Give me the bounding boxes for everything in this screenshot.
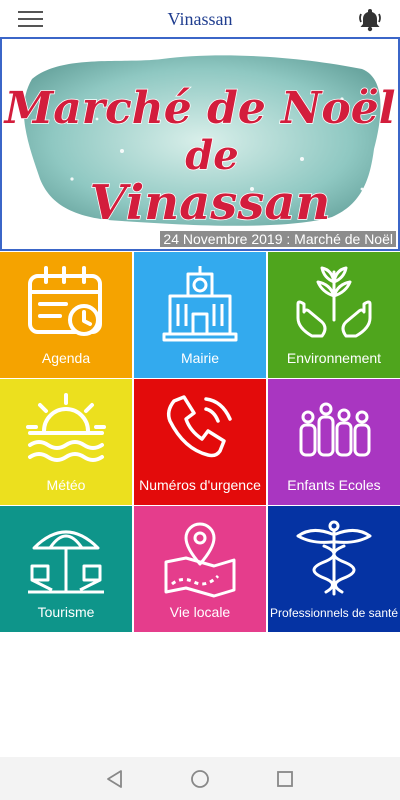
tile-mairie[interactable]: Mairie bbox=[134, 252, 266, 378]
marche-de-noel-logo: Marché de Noël de Vinassan bbox=[2, 55, 396, 232]
tile-label: Tourisme bbox=[37, 604, 95, 620]
town-hall-icon bbox=[162, 266, 238, 342]
tile-label: Professionnels de santé bbox=[269, 606, 399, 620]
tile-professionnels-sante[interactable]: Professionnels de santé bbox=[268, 506, 400, 632]
banner-caption: 24 Novembre 2019 : Marché de Noël bbox=[160, 231, 396, 247]
home-icon[interactable] bbox=[188, 767, 212, 791]
tile-numeros-urgence[interactable]: Numéros d'urgence bbox=[134, 379, 266, 505]
system-nav-bar bbox=[0, 757, 400, 800]
banner-logo-line3: Vinassan bbox=[90, 175, 331, 231]
plant-hands-icon bbox=[296, 266, 372, 338]
tile-label: Environnement bbox=[286, 350, 382, 366]
back-icon[interactable] bbox=[103, 767, 127, 791]
sunset-icon bbox=[26, 393, 106, 462]
caduceus-icon bbox=[296, 520, 372, 596]
app-bar: Vinassan bbox=[0, 0, 400, 37]
tile-tourisme[interactable]: Tourisme bbox=[0, 506, 132, 632]
tile-label: Enfants Ecoles bbox=[287, 477, 381, 493]
notification-bell-icon[interactable] bbox=[357, 6, 383, 32]
tile-enfants-ecoles[interactable]: Enfants Ecoles bbox=[268, 379, 400, 505]
tile-vie-locale[interactable]: Vie locale bbox=[134, 506, 266, 632]
app-title: Vinassan bbox=[167, 9, 233, 29]
recents-icon[interactable] bbox=[273, 767, 297, 791]
calendar-icon bbox=[28, 266, 102, 336]
tile-label: Agenda bbox=[41, 350, 91, 366]
tile-label: Numéros d'urgence bbox=[139, 477, 261, 493]
banner-logo-line1: Marché de Noël bbox=[3, 83, 396, 134]
tile-label: Vie locale bbox=[169, 604, 231, 620]
tile-meteo[interactable]: Météo bbox=[0, 379, 132, 505]
map-pin-icon bbox=[164, 522, 236, 598]
phone-icon bbox=[166, 395, 232, 458]
tile-agenda[interactable]: Agenda bbox=[0, 252, 132, 378]
news-banner[interactable]: Marché de Noël de Vinassan 24 Novembre 2… bbox=[0, 37, 400, 251]
tile-label: Météo bbox=[46, 477, 86, 493]
banner-logo-line2: de bbox=[185, 132, 238, 179]
tile-label: Mairie bbox=[180, 350, 220, 366]
beach-icon bbox=[28, 530, 104, 594]
tile-environnement[interactable]: Environnement bbox=[268, 252, 400, 378]
children-icon bbox=[299, 402, 371, 457]
